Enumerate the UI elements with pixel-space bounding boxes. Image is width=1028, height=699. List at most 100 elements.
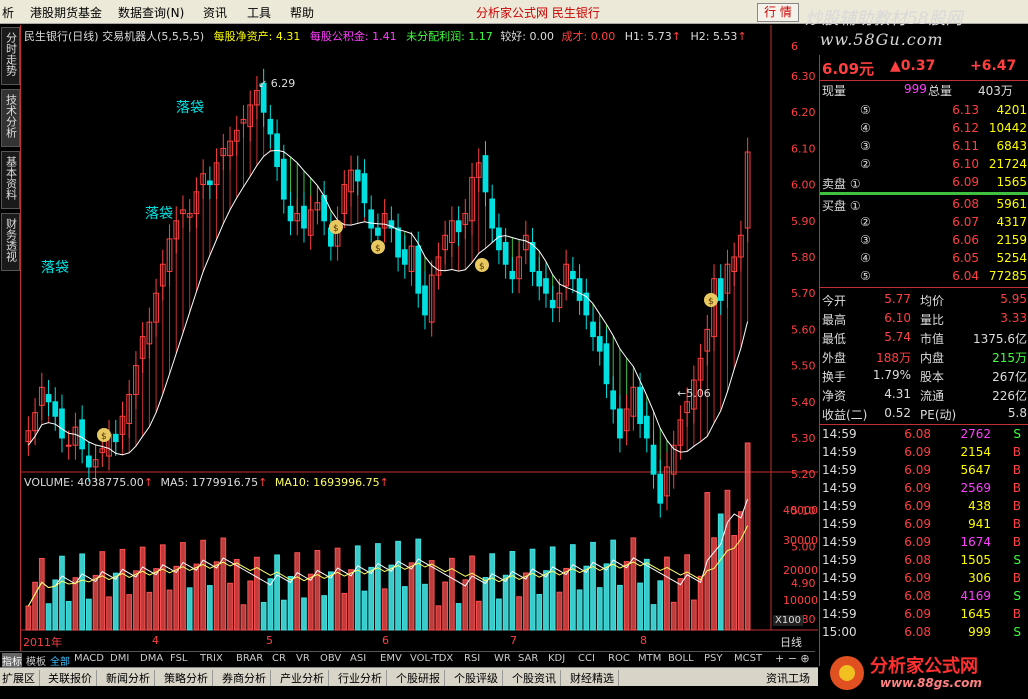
volume-bar <box>233 559 240 631</box>
candle-body <box>596 336 603 352</box>
indicator-tab[interactable]: BRAR <box>236 653 263 664</box>
bottom-tab[interactable]: 财经精选 <box>570 670 619 686</box>
cell: ③ <box>860 233 871 247</box>
cell: 77285 <box>988 269 1027 283</box>
volume-bar <box>213 561 220 631</box>
volume-bar <box>496 598 502 631</box>
volume-bar <box>744 442 751 631</box>
info-workshop[interactable]: 资讯工场 <box>766 670 810 686</box>
kline-svg: 6 6.30 6.20 6.10 6.00 5.90 5.80 5.70 5.60 5.50 5.4… <box>21 25 818 651</box>
indicator-tab[interactable]: CR <box>272 653 286 664</box>
volume-bar <box>610 539 617 631</box>
volume-bar <box>86 598 92 631</box>
cell: 4.31 <box>884 387 911 401</box>
bottom-tab[interactable]: 策略分析 <box>164 670 213 686</box>
candle-body <box>576 278 583 301</box>
tab-profile[interactable]: 基本资料 <box>1 151 20 209</box>
bottom-tab[interactable]: 产业分析 <box>280 670 329 686</box>
cell: ④ <box>860 251 871 265</box>
tab-technical-label: 技术分析 <box>4 94 18 138</box>
cell: 5647 <box>960 463 991 477</box>
bottom-tab[interactable]: 新闻分析 <box>106 670 155 686</box>
indicator-tab[interactable]: MACD <box>74 653 104 664</box>
indicator-tab[interactable]: TRIX <box>200 653 223 664</box>
volume-bar <box>650 604 657 631</box>
indicator-tab[interactable]: 全部 <box>50 653 70 668</box>
kline-chart[interactable]: 6 6.30 6.20 6.10 6.00 5.90 5.80 5.70 5.60 5.50 5.4… <box>21 25 818 651</box>
menu-item-data-query[interactable]: 数据查询(N) <box>118 4 184 21</box>
candle-body <box>112 433 119 443</box>
cell: 流通 <box>920 389 945 403</box>
price-tick: 6 <box>791 40 798 53</box>
indicator-tab[interactable]: DMA <box>140 653 163 664</box>
cell: 6.08 <box>904 427 931 441</box>
quote-button[interactable]: 行 情 <box>757 3 799 22</box>
indicator-tab[interactable]: EMV <box>380 653 402 664</box>
indicator-tab[interactable]: ASI <box>350 653 366 664</box>
tab-intraday-label: 分时走势 <box>4 32 18 76</box>
volume-bar <box>670 601 677 631</box>
candle-body <box>496 227 502 251</box>
volume-bar <box>482 577 489 631</box>
price-pct: +6.47 <box>970 58 1017 74</box>
buy-row: ④ 6.05 5254 <box>820 250 1028 268</box>
volume-bar <box>731 535 738 631</box>
menu-item-help[interactable]: 帮助 <box>290 4 314 21</box>
cell: 188万 <box>876 351 911 365</box>
indicator-tab[interactable]: 模板 <box>26 653 46 668</box>
candle-body <box>643 415 650 439</box>
candle-body <box>482 155 489 193</box>
candle-body <box>650 444 657 475</box>
indicator-tab[interactable]: VOL-TDX <box>410 653 453 664</box>
indicator-tab[interactable]: MTM <box>638 653 661 664</box>
bottom-tab[interactable]: 个股资讯 <box>512 670 561 686</box>
cell: 4317 <box>996 215 1027 229</box>
bottom-tab[interactable]: 个股研报 <box>396 670 445 686</box>
cell: 14:59 <box>822 481 857 495</box>
candle-body <box>489 198 496 229</box>
bottom-tab[interactable]: 扩展区 <box>2 670 40 686</box>
volume-bar <box>738 511 744 631</box>
indicator-tab[interactable]: ROC <box>608 653 630 664</box>
candle-body <box>509 270 516 280</box>
indicator-tab[interactable]: PSY <box>704 653 723 664</box>
menu-item-hk-futures[interactable]: 港股期货基金 <box>30 4 102 21</box>
indicator-tab[interactable]: SAR <box>518 653 538 664</box>
volume-bar <box>462 579 469 631</box>
cell: 6.09 <box>904 481 931 495</box>
menu-item-cut[interactable]: 析 <box>2 4 14 21</box>
left-tabs: 分时走势 技术分析 基本资料 财务透视 <box>0 25 21 665</box>
tab-finance[interactable]: 财务透视 <box>1 213 20 271</box>
cell: 2159 <box>996 233 1027 247</box>
candle-body <box>354 169 361 182</box>
indicator-tab[interactable]: OBV <box>320 653 341 664</box>
cell: 6.09 <box>904 463 931 477</box>
vol-ma10: MA10: 1693996.75 <box>274 476 380 489</box>
zoom-controls[interactable]: + − ⊕ <box>775 652 811 665</box>
menu-item-tools[interactable]: 工具 <box>247 4 271 21</box>
indicator-tab[interactable]: MCST <box>734 653 762 664</box>
tab-intraday[interactable]: 分时走势 <box>1 27 20 85</box>
tab-technical[interactable]: 技术分析 <box>1 89 20 147</box>
indicator-tab[interactable]: CCI <box>578 653 595 664</box>
bottom-tab[interactable]: 券商分析 <box>222 670 271 686</box>
bottom-tab[interactable]: 关联报价 <box>48 670 97 686</box>
menu-item-news[interactable]: 资讯 <box>203 4 227 21</box>
indicator-tab[interactable]: 指标 <box>2 653 22 668</box>
cell: 6.08 <box>904 625 931 639</box>
indicator-tab[interactable]: VR <box>296 653 310 664</box>
bottom-tab[interactable]: 个股评级 <box>454 670 503 686</box>
bottom-tab[interactable]: 行业分析 <box>338 670 387 686</box>
indicator-tab[interactable]: KDJ <box>548 653 565 664</box>
indicator-tab[interactable]: DMI <box>110 653 129 664</box>
volume-bar <box>79 553 86 631</box>
indicator-tab[interactable]: RSI <box>464 653 480 664</box>
volume-bar <box>126 594 133 631</box>
cell: 14:59 <box>822 571 857 585</box>
volume-bar <box>321 595 327 631</box>
indicator-tab[interactable]: WR <box>494 653 511 664</box>
volume-bar <box>59 555 65 631</box>
indicator-tab[interactable]: BOLL <box>668 653 694 664</box>
indicator-tab[interactable]: FSL <box>170 653 188 664</box>
tick-row: 14:59 6.09 306 B <box>820 570 1028 588</box>
